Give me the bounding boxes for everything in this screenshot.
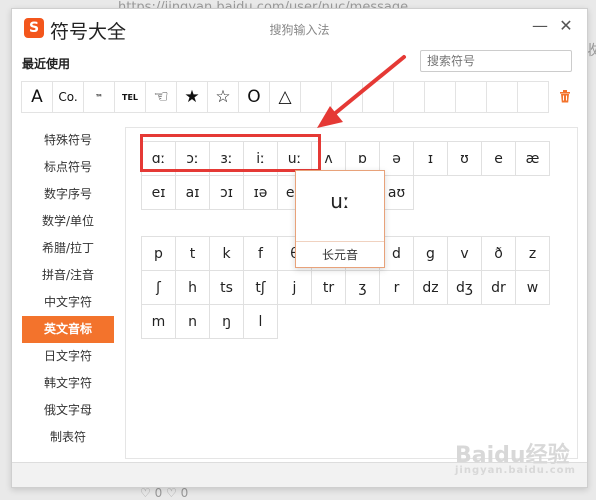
phonetic-symbol-cell[interactable]: ts: [209, 270, 244, 305]
sidebar-category-item[interactable]: 标点符号: [22, 154, 114, 181]
sidebar-category-item[interactable]: 制表符: [22, 424, 114, 451]
recent-symbol-cell[interactable]: ™: [83, 81, 115, 113]
phonetic-symbol-cell[interactable]: ð: [481, 236, 516, 271]
search-input[interactable]: [420, 50, 572, 72]
sidebar-category-item[interactable]: 数学/单位: [22, 208, 114, 235]
sidebar-category-item[interactable]: 中文字符: [22, 289, 114, 316]
recent-symbols-row: A Co. ™ TEL ☜ ★ ☆ O △: [21, 81, 549, 113]
phonetic-symbol-cell[interactable]: ʊ: [447, 141, 482, 176]
phonetic-symbol-cell[interactable]: e: [481, 141, 516, 176]
phonetic-symbol-cell[interactable]: ɔː: [175, 141, 210, 176]
phonetic-symbol-cell[interactable]: f: [243, 236, 278, 271]
phonetic-symbol-cell[interactable]: ʃ: [141, 270, 176, 305]
sidebar-category-item[interactable]: 日文字符: [22, 343, 114, 370]
category-sidebar: 特殊符号 标点符号 数字序号 数学/单位 希腊/拉丁 拼音/注音 中文字符 英文音标 日文字符韩…: [22, 127, 114, 451]
symbol-preview-popup: uː 长元音: [295, 170, 385, 268]
watermark-sub: jingyan.baidu.com: [455, 465, 576, 476]
recent-symbol-cell[interactable]: ☆: [207, 81, 239, 113]
recent-symbol-cell[interactable]: [455, 81, 487, 113]
phonetic-symbol-cell[interactable]: ɑː: [141, 141, 176, 176]
phonetic-symbol-cell[interactable]: ɜː: [209, 141, 244, 176]
recent-symbol-cell[interactable]: [362, 81, 394, 113]
phonetic-symbol-cell[interactable]: j: [277, 270, 312, 305]
recent-symbol-cell[interactable]: O: [238, 81, 270, 113]
recent-symbol-cell[interactable]: A: [21, 81, 53, 113]
sidebar-category-item[interactable]: 数字序号: [22, 181, 114, 208]
phonetic-symbol-cell[interactable]: dz: [413, 270, 448, 305]
sidebar-category-item[interactable]: 俄文字母: [22, 397, 114, 424]
phonetic-symbol-cell[interactable]: g: [413, 236, 448, 271]
window-title: 搜狗输入法: [269, 23, 330, 37]
recent-symbol-cell[interactable]: [424, 81, 456, 113]
phonetic-symbol-cell[interactable]: n: [175, 304, 210, 339]
phonetic-symbol-cell[interactable]: ɔɪ: [209, 175, 244, 210]
popup-symbol: uː: [330, 189, 350, 213]
phonetic-symbol-cell[interactable]: k: [209, 236, 244, 271]
phonetic-symbol-cell[interactable]: t: [175, 236, 210, 271]
recent-label: 最近使用: [22, 57, 71, 71]
sidebar-category-item[interactable]: 英文音标: [22, 316, 114, 343]
recent-symbol-cell[interactable]: [331, 81, 363, 113]
phonetic-symbol-cell[interactable]: tʃ: [243, 270, 278, 305]
recent-symbol-cell[interactable]: ☜: [145, 81, 177, 113]
trash-icon[interactable]: [559, 89, 571, 103]
recent-symbol-cell[interactable]: [486, 81, 518, 113]
recent-symbol-cell[interactable]: TEL: [114, 81, 146, 113]
popup-divider: [296, 241, 384, 242]
recent-symbol-cell[interactable]: [517, 81, 549, 113]
popup-label: 长元音: [321, 248, 358, 262]
phonetic-symbol-cell[interactable]: p: [141, 236, 176, 271]
phonetic-symbol-cell[interactable]: tr: [311, 270, 346, 305]
recent-symbol-cell[interactable]: [393, 81, 425, 113]
recent-symbol-cell[interactable]: ★: [176, 81, 208, 113]
phonetic-symbol-cell[interactable]: ɪ: [413, 141, 448, 176]
phonetic-symbol-cell[interactable]: r: [379, 270, 414, 305]
phonetic-symbol-cell[interactable]: h: [175, 270, 210, 305]
sidebar-category-item[interactable]: 拼音/注音: [22, 262, 114, 289]
phonetic-symbol-cell[interactable]: ɪə: [243, 175, 278, 210]
phonetic-symbol-cell[interactable]: ʒ: [345, 270, 380, 305]
close-button[interactable]: ✕: [557, 17, 575, 35]
phonetic-symbol-cell[interactable]: eɪ: [141, 175, 176, 210]
recent-symbol-cell[interactable]: [300, 81, 332, 113]
symbol-window: S 符号大全 搜狗输入法 — ✕ 最近使用 ACo.™TEL☜★☆O△ 特殊符号…: [11, 8, 588, 488]
titlebar: S 符号大全 搜狗输入法 — ✕: [12, 9, 587, 47]
phonetic-symbol-cell[interactable]: dr: [481, 270, 516, 305]
phonetic-symbol-cell[interactable]: l: [243, 304, 278, 339]
phonetic-symbol-cell[interactable]: m: [141, 304, 176, 339]
phonetic-symbol-cell[interactable]: w: [515, 270, 550, 305]
phonetic-symbol-cell[interactable]: z: [515, 236, 550, 271]
phonetic-symbol-cell[interactable]: aɪ: [175, 175, 210, 210]
sidebar-category-item[interactable]: 希腊/拉丁: [22, 235, 114, 262]
recent-symbol-cell[interactable]: △: [269, 81, 301, 113]
phonetic-symbol-cell[interactable]: iː: [243, 141, 278, 176]
baidu-watermark: Baidu经验 jingyan.baidu.com: [455, 437, 576, 476]
minimize-button[interactable]: —: [531, 17, 549, 35]
phonetic-symbol-cell[interactable]: v: [447, 236, 482, 271]
recent-symbol-cell[interactable]: Co.: [52, 81, 84, 113]
sidebar-category-item[interactable]: 特殊符号: [22, 127, 114, 154]
sidebar-category-item[interactable]: 韩文字符: [22, 370, 114, 397]
phonetic-symbol-cell[interactable]: ŋ: [209, 304, 244, 339]
phonetic-symbol-cell[interactable]: æ: [515, 141, 550, 176]
phonetic-symbol-cell[interactable]: dʒ: [447, 270, 482, 305]
